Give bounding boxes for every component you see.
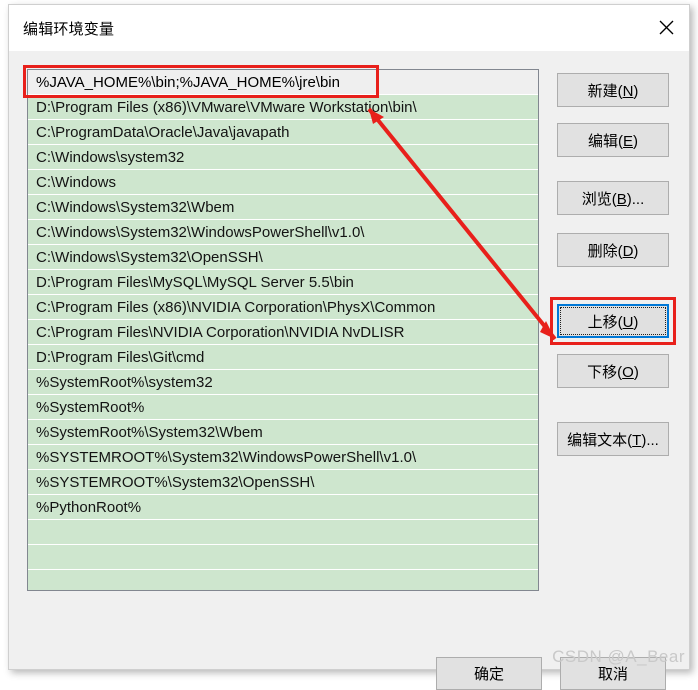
list-item[interactable]: C:\Windows\System32\WindowsPowerShell\v1… — [28, 220, 538, 245]
move-down-button[interactable]: 下移(O) — [557, 354, 669, 388]
list-item[interactable]: C:\Windows\system32 — [28, 145, 538, 170]
path-list[interactable]: %JAVA_HOME%\bin;%JAVA_HOME%\jre\bin D:\Pr… — [27, 69, 539, 591]
list-item[interactable] — [28, 545, 538, 570]
page-title: 编辑环境变量 — [23, 21, 115, 38]
move-down-button-label: 下移(O) — [587, 363, 639, 381]
new-button[interactable]: 新建(N) — [557, 73, 669, 107]
list-item[interactable]: %PythonRoot% — [28, 495, 538, 520]
list-item[interactable]: C:\Windows\System32\Wbem — [28, 195, 538, 220]
list-item[interactable]: C:\ProgramData\Oracle\Java\javapath — [28, 120, 538, 145]
ok-button[interactable]: 确定 — [436, 657, 542, 690]
list-item[interactable]: C:\Program Files (x86)\NVIDIA Corporatio… — [28, 295, 538, 320]
list-item[interactable]: D:\Program Files\Git\cmd — [28, 345, 538, 370]
list-item[interactable] — [28, 570, 538, 590]
browse-button[interactable]: 浏览(B)... — [557, 181, 669, 215]
edit-environment-variable-dialog: 编辑环境变量 %JAVA_HOME%\bin;%JAVA_HOME%\jre\b… — [8, 4, 690, 690]
ok-button-label: 确定 — [473, 666, 504, 683]
browse-button-label: 浏览(B)... — [581, 190, 645, 208]
list-item[interactable] — [28, 520, 538, 545]
move-up-button[interactable]: 上移(U) — [557, 304, 669, 338]
dialog-body: %JAVA_HOME%\bin;%JAVA_HOME%\jre\bin D:\Pr… — [9, 51, 689, 690]
list-item[interactable]: %SYSTEMROOT%\System32\WindowsPowerShell\… — [28, 445, 538, 470]
edit-text-button[interactable]: 编辑文本(T)... — [557, 422, 669, 456]
edit-text-button-label: 编辑文本(T)... — [567, 431, 659, 449]
list-item[interactable]: %SYSTEMROOT%\System32\OpenSSH\ — [28, 470, 538, 495]
list-item[interactable]: %SystemRoot%\System32\Wbem — [28, 420, 538, 445]
list-item[interactable]: %SystemRoot% — [28, 395, 538, 420]
delete-button[interactable]: 删除(D) — [557, 233, 669, 267]
edit-button[interactable]: 编辑(E) — [557, 123, 669, 157]
list-item[interactable]: C:\Windows\System32\OpenSSH\ — [28, 245, 538, 270]
list-item[interactable]: D:\Program Files (x86)\VMware\VMware Wor… — [28, 95, 538, 120]
list-item[interactable]: C:\Windows — [28, 170, 538, 195]
title-bar: 编辑环境变量 — [9, 5, 689, 52]
close-icon[interactable] — [643, 5, 689, 50]
list-item[interactable]: D:\Program Files\MySQL\MySQL Server 5.5\… — [28, 270, 538, 295]
list-item[interactable]: %JAVA_HOME%\bin;%JAVA_HOME%\jre\bin — [28, 70, 538, 95]
move-up-button-label: 上移(U) — [587, 313, 639, 331]
list-item[interactable]: %SystemRoot%\system32 — [28, 370, 538, 395]
list-item[interactable]: C:\Program Files\NVIDIA Corporation\NVID… — [28, 320, 538, 345]
edit-button-label: 编辑(E) — [587, 132, 638, 150]
delete-button-label: 删除(D) — [587, 242, 639, 260]
new-button-label: 新建(N) — [587, 82, 639, 100]
watermark: CSDN @A_Bear — [552, 647, 685, 666]
